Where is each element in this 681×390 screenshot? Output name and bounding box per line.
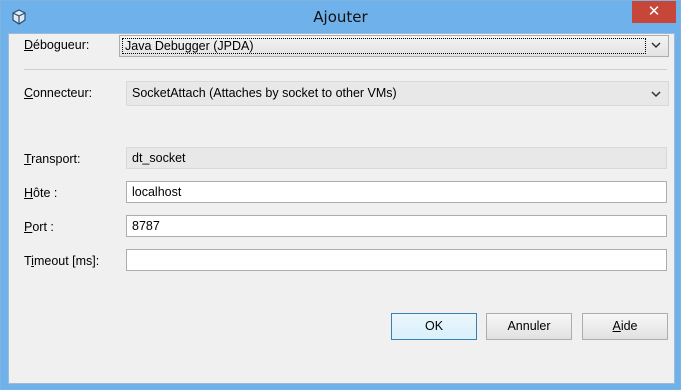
port-input[interactable]: 8787	[126, 215, 667, 237]
connector-select[interactable]: SocketAttach (Attaches by socket to othe…	[126, 81, 669, 106]
ok-button[interactable]: OK	[391, 313, 477, 340]
host-label: Hôte :	[24, 186, 58, 200]
close-icon: ✕	[647, 2, 661, 20]
connector-label: Connecteur:	[24, 86, 93, 100]
timeout-label: Timeout [ms]:	[24, 254, 100, 268]
transport-label: Transport:	[24, 152, 81, 166]
close-button[interactable]: ✕	[632, 1, 676, 23]
window-title: Ajouter	[313, 8, 368, 26]
title-bar[interactable]: Ajouter ✕	[1, 1, 680, 33]
transport-field: dt_socket	[126, 147, 667, 169]
debugger-select-value: Java Debugger (JPDA)	[122, 38, 646, 54]
port-label: Port :	[24, 220, 54, 234]
timeout-input[interactable]	[126, 249, 667, 271]
host-input[interactable]: localhost	[126, 181, 667, 203]
connector-select-value: SocketAttach (Attaches by socket to othe…	[132, 86, 397, 100]
help-button[interactable]: Aide	[582, 313, 668, 340]
chevron-down-icon	[650, 39, 662, 51]
debugger-label: Débogueur:	[24, 38, 90, 52]
cancel-button[interactable]: Annuler	[486, 313, 572, 340]
debugger-select[interactable]: Java Debugger (JPDA)	[119, 35, 669, 57]
chevron-down-icon	[650, 88, 662, 100]
separator	[24, 69, 667, 70]
